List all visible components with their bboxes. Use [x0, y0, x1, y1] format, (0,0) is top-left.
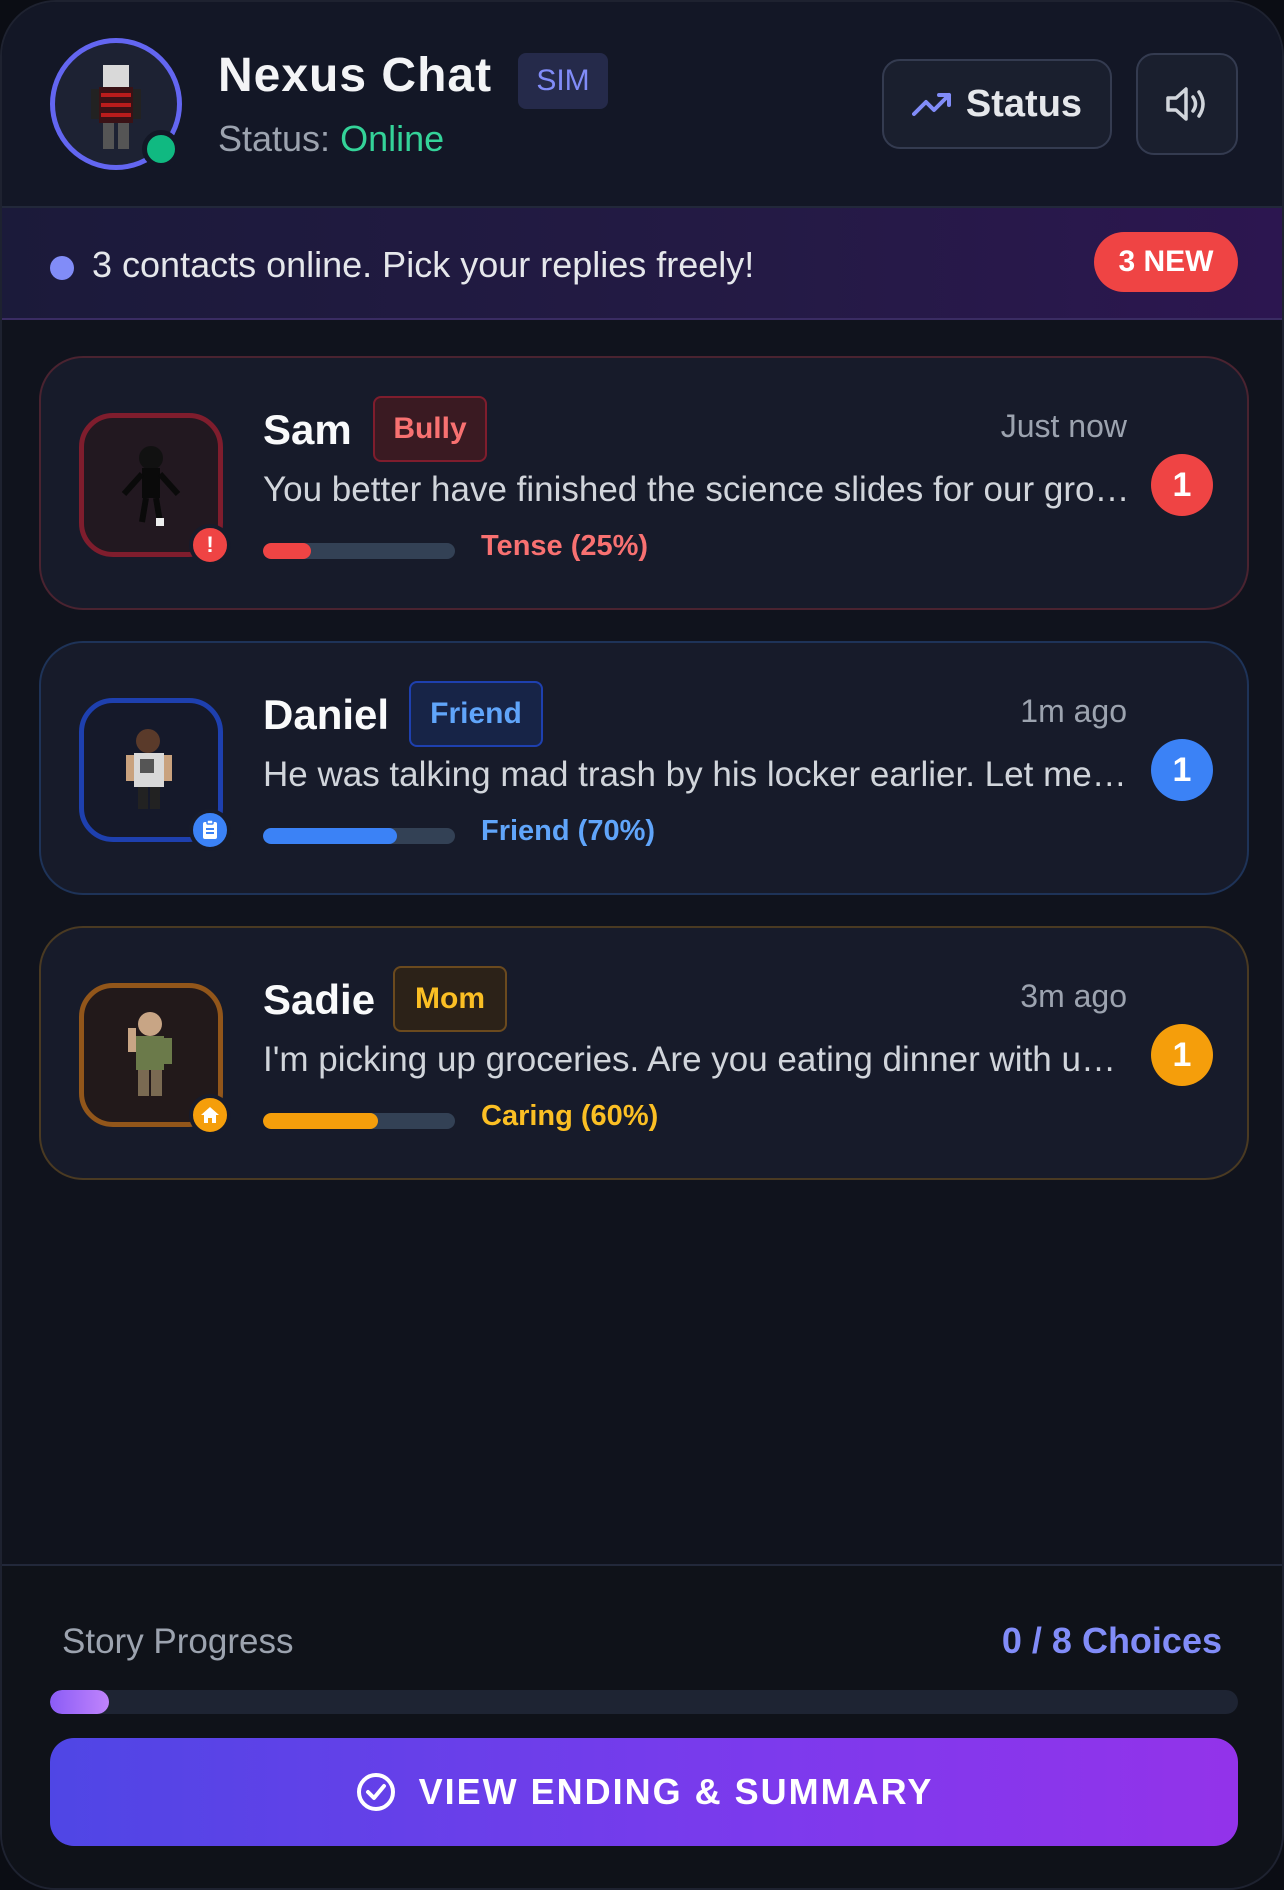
unread-count-badge: 1	[1151, 739, 1213, 801]
view-ending-button[interactable]: VIEW ENDING & SUMMARY	[50, 1738, 1238, 1846]
mood-bar-fill	[263, 543, 311, 559]
contact-message-preview: You better have finished the science sli…	[263, 470, 1133, 509]
mood-bar-fill	[263, 828, 398, 844]
alert-icon: !	[189, 524, 231, 566]
mood-bar	[263, 828, 455, 844]
new-messages-badge: 3 NEW	[1094, 232, 1238, 292]
app-title: Nexus Chat	[218, 49, 493, 102]
status-button[interactable]: Status	[882, 59, 1112, 149]
volume-icon	[1166, 87, 1205, 121]
contact-card-sadie[interactable]: Sadie Mom 3m ago I'm picking up grocerie…	[39, 926, 1249, 1180]
status-button-label: Status	[965, 82, 1083, 125]
mood-label: Caring (60%)	[481, 1100, 659, 1132]
check-circle-icon	[356, 1773, 395, 1811]
progress-bar	[50, 1690, 1238, 1714]
mood-bar-fill	[263, 1113, 379, 1129]
mood-bar	[263, 543, 455, 559]
trending-up-icon	[911, 93, 951, 116]
contact-role-badge: Friend	[409, 681, 543, 747]
online-status-dot	[142, 130, 180, 168]
unread-count-badge: 1	[1151, 1024, 1213, 1086]
contact-message-preview: I'm picking up groceries. Are you eating…	[263, 1040, 1133, 1079]
sim-badge: SIM	[518, 53, 608, 109]
sound-toggle-button[interactable]	[1136, 53, 1238, 155]
contact-time: 3m ago	[1020, 978, 1127, 1014]
view-ending-label: VIEW ENDING & SUMMARY	[418, 1771, 934, 1812]
contact-message-preview: He was talking mad trash by his locker e…	[263, 755, 1133, 794]
banner-text: 3 contacts online. Pick your replies fre…	[92, 244, 755, 285]
mood-label: Tense (25%)	[481, 530, 649, 562]
progress-label: Story Progress	[62, 1622, 294, 1661]
progress-count: 0 / 8 Choices	[1001, 1620, 1222, 1661]
phone-frame: Nexus Chat SIM Status: Online Status 3 c…	[0, 0, 1284, 1890]
mood-label: Friend (70%)	[481, 815, 656, 847]
story-footer: Story Progress 0 / 8 Choices VIEW ENDING…	[2, 1564, 1282, 1888]
clipboard-icon	[189, 809, 231, 851]
status-value: Online	[340, 118, 445, 159]
status-line: Status: Online	[218, 118, 444, 160]
status-label: Status:	[218, 118, 341, 159]
contact-time: Just now	[1000, 408, 1127, 444]
contact-role-badge: Mom	[393, 966, 507, 1032]
contact-card-sam[interactable]: ! Sam Bully Just now You better have fin…	[39, 356, 1249, 610]
online-banner: 3 contacts online. Pick your replies fre…	[2, 208, 1282, 320]
mood-bar	[263, 1113, 455, 1129]
contact-name: Daniel	[263, 691, 390, 738]
contact-time: 1m ago	[1020, 693, 1127, 729]
contact-name: Sam	[263, 406, 352, 453]
contact-role-badge: Bully	[373, 396, 487, 462]
contact-name: Sadie	[263, 976, 376, 1023]
banner-dot	[50, 256, 74, 280]
contact-card-daniel[interactable]: Daniel Friend 1m ago He was talking mad …	[39, 641, 1249, 895]
progress-bar-fill	[50, 1690, 110, 1714]
app-header: Nexus Chat SIM Status: Online Status	[2, 2, 1282, 208]
home-icon	[189, 1094, 231, 1136]
unread-count-badge: 1	[1151, 454, 1213, 516]
